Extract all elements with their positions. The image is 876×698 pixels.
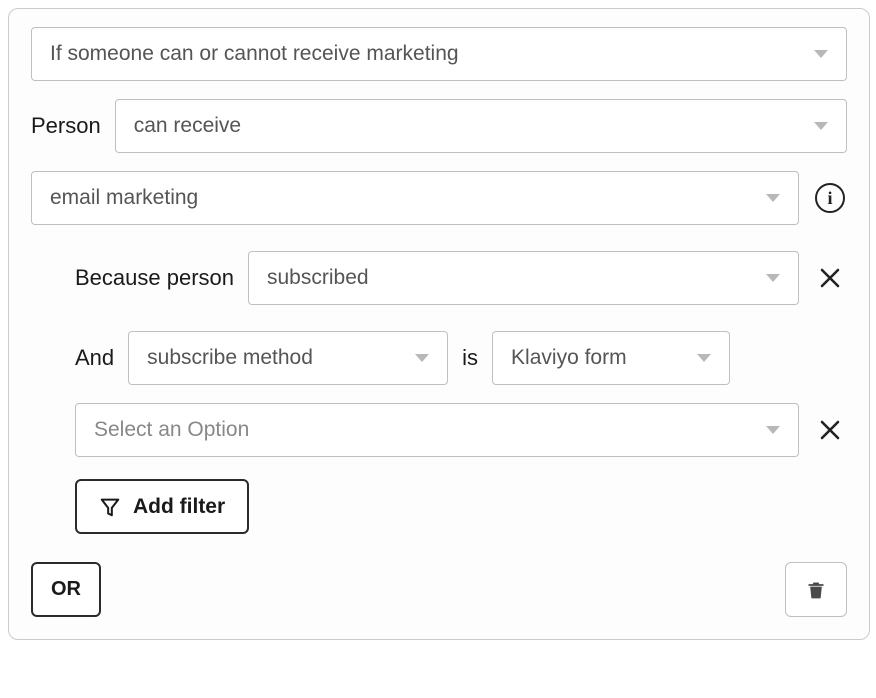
reason-select[interactable]: subscribed (248, 251, 799, 305)
condition-row-channel: email marketing i (31, 171, 847, 225)
attribute-select[interactable]: subscribe method (128, 331, 448, 385)
close-icon (818, 266, 842, 290)
option-placeholder-text: Select an Option (94, 418, 249, 442)
add-filter-label: Add filter (133, 495, 225, 519)
condition-row-because: Because person subscribed (31, 251, 847, 305)
value-select[interactable]: Klaviyo form (492, 331, 730, 385)
info-icon: i (815, 183, 845, 213)
condition-type-select[interactable]: If someone can or cannot receive marketi… (31, 27, 847, 81)
is-label: is (462, 345, 478, 371)
condition-row-option: Select an Option (31, 403, 847, 457)
chevron-down-icon (814, 50, 828, 58)
can-receive-text: can receive (134, 114, 241, 138)
person-label: Person (31, 113, 101, 139)
add-filter-row: Add filter (31, 479, 847, 534)
chevron-down-icon (766, 426, 780, 434)
trash-icon (806, 579, 826, 601)
condition-row-and: And subscribe method is Klaviyo form (31, 331, 847, 385)
because-label: Because person (75, 265, 234, 291)
condition-type-text: If someone can or cannot receive marketi… (50, 42, 459, 66)
chevron-down-icon (766, 274, 780, 282)
footer-row: OR (31, 562, 847, 617)
chevron-down-icon (415, 354, 429, 362)
info-button[interactable]: i (813, 181, 847, 215)
delete-button[interactable] (785, 562, 847, 617)
chevron-down-icon (814, 122, 828, 130)
add-filter-button[interactable]: Add filter (75, 479, 249, 534)
remove-option-button[interactable] (813, 413, 847, 447)
or-button[interactable]: OR (31, 562, 101, 617)
condition-row-main: If someone can or cannot receive marketi… (31, 27, 847, 81)
and-label: And (75, 345, 114, 371)
condition-row-person: Person can receive (31, 99, 847, 153)
channel-select[interactable]: email marketing (31, 171, 799, 225)
option-select[interactable]: Select an Option (75, 403, 799, 457)
attribute-text: subscribe method (147, 346, 313, 370)
can-receive-select[interactable]: can receive (115, 99, 847, 153)
or-label: OR (51, 578, 81, 601)
chevron-down-icon (766, 194, 780, 202)
segment-condition-panel: If someone can or cannot receive marketi… (8, 8, 870, 640)
value-text: Klaviyo form (511, 346, 627, 370)
chevron-down-icon (697, 354, 711, 362)
close-icon (818, 418, 842, 442)
reason-text: subscribed (267, 266, 369, 290)
channel-text: email marketing (50, 186, 198, 210)
remove-because-button[interactable] (813, 261, 847, 295)
filter-icon (99, 496, 121, 518)
